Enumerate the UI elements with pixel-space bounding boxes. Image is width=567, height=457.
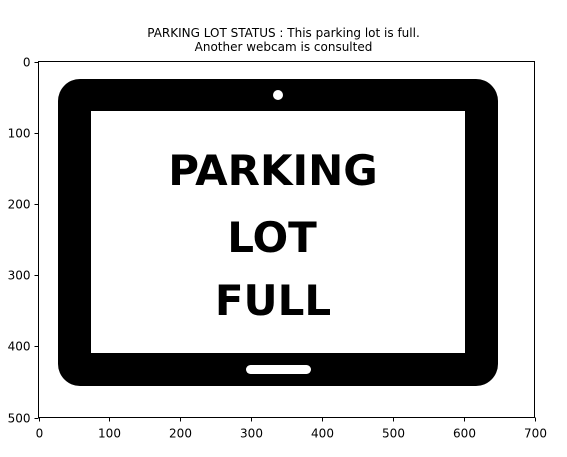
x-tick-label: 500 [382, 427, 405, 441]
sign-line-parking: PARKING [168, 146, 378, 195]
tablet-home-bar [246, 365, 311, 374]
image-axes: PARKING LOT FULL 0 100 200 300 400 500 600 700 … [8, 56, 547, 441]
y-tick-label: 300 [8, 269, 31, 283]
x-axis: 0 100 200 300 400 500 600 700 [36, 417, 547, 441]
x-tick-label: 100 [98, 427, 121, 441]
y-tick-label: 200 [8, 198, 31, 212]
x-tick-label: 700 [524, 427, 547, 441]
y-tick-label: 100 [8, 127, 31, 141]
y-tick-label: 400 [8, 340, 31, 354]
x-tick-label: 200 [169, 427, 192, 441]
tablet-camera-dot [273, 90, 283, 100]
x-tick-label: 300 [240, 427, 263, 441]
y-axis: 0 100 200 300 400 500 [8, 56, 39, 426]
x-tick-label: 0 [36, 427, 44, 441]
sign-line-lot: LOT [227, 213, 317, 262]
x-tick-label: 600 [453, 427, 476, 441]
x-tick-label: 400 [311, 427, 334, 441]
y-tick-label: 500 [8, 412, 31, 426]
y-tick-label: 0 [23, 56, 31, 70]
sign-line-full: FULL [215, 276, 331, 325]
